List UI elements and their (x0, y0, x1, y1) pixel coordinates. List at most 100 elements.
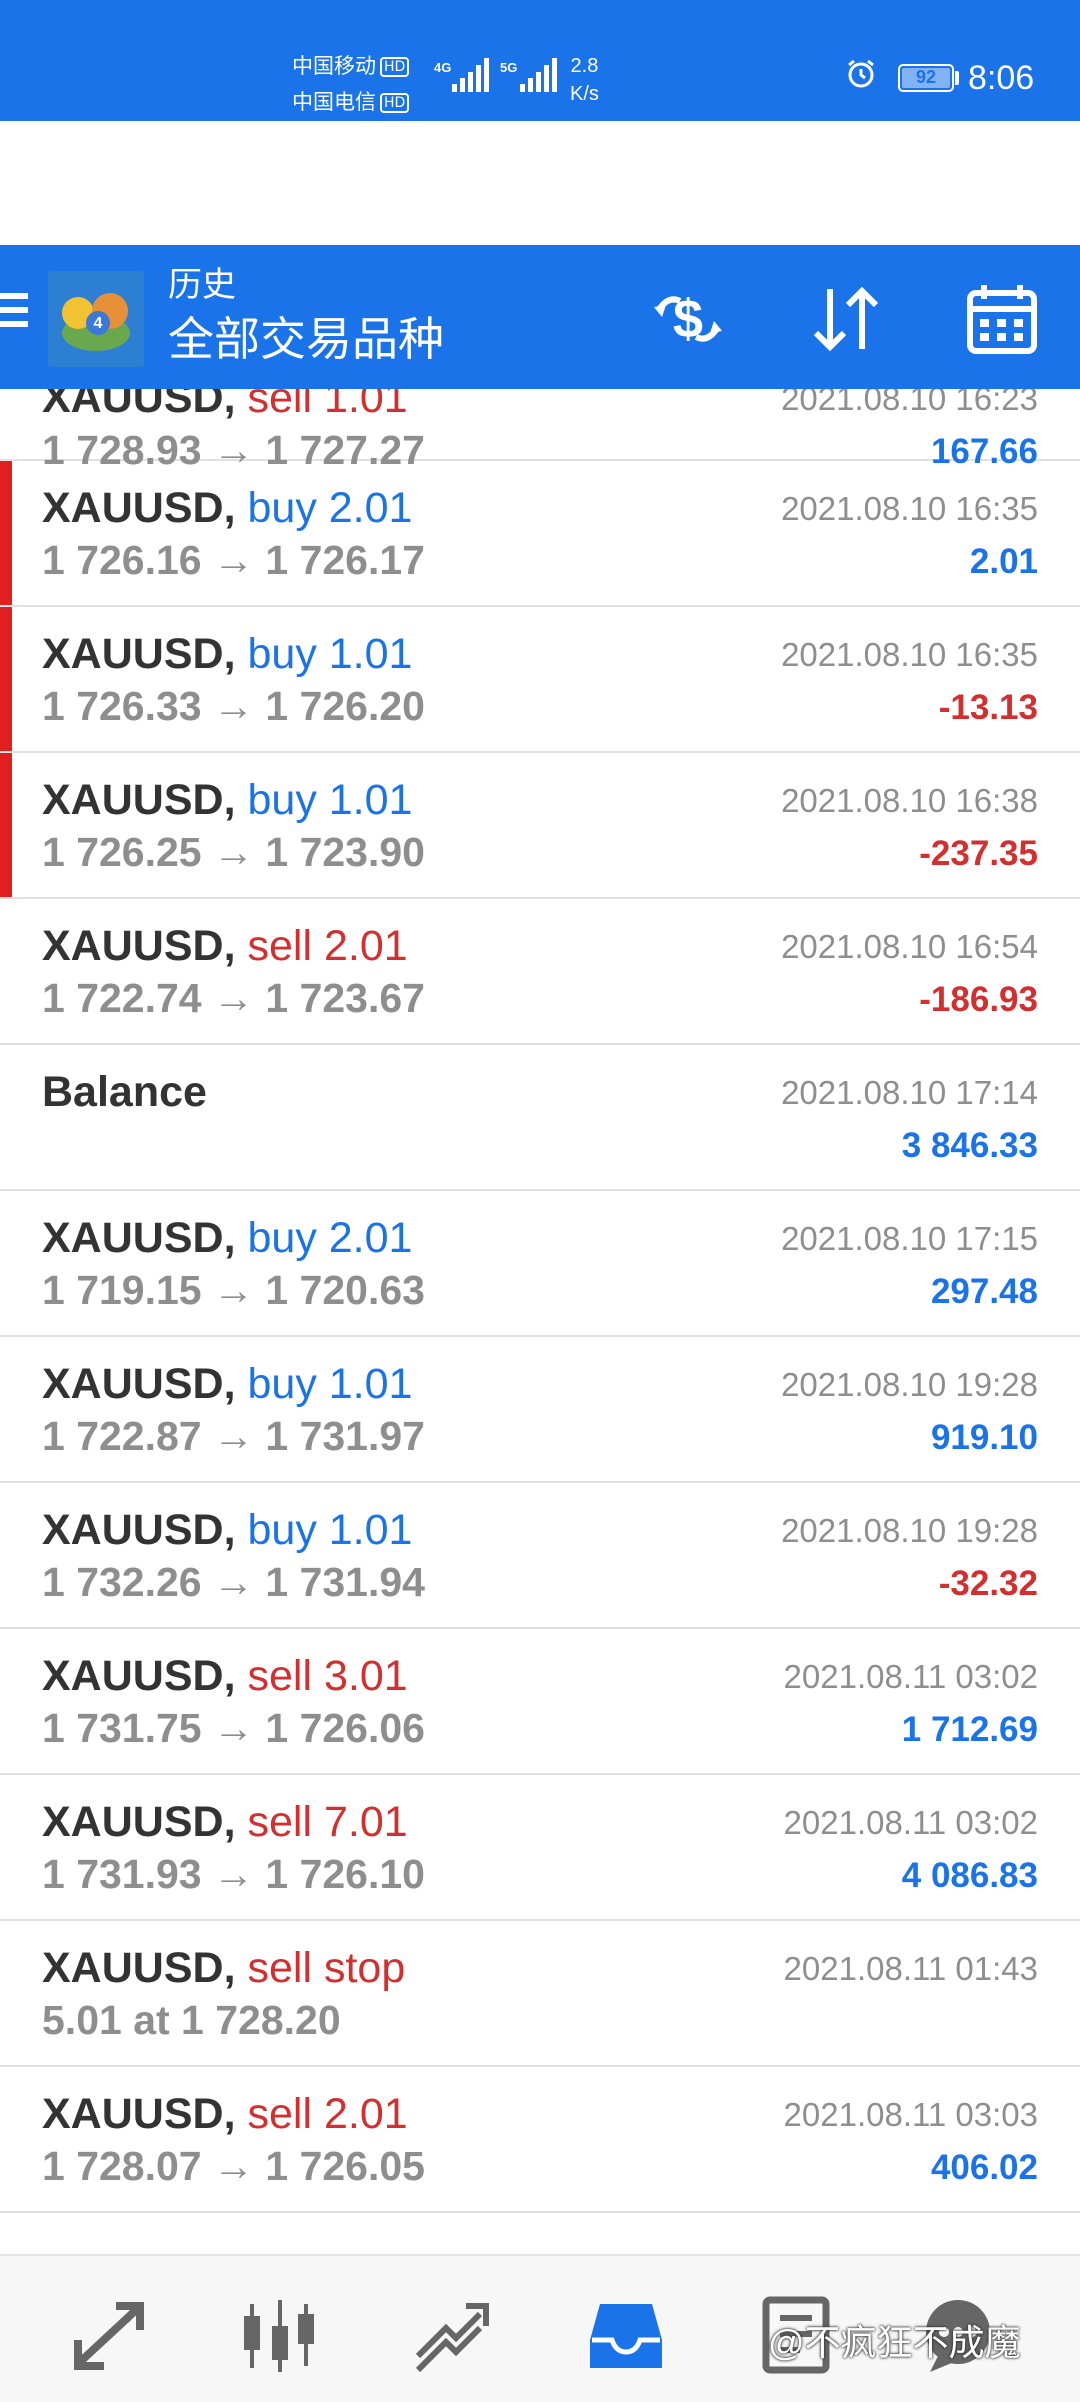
symbol-label: XAUUSD (42, 1360, 224, 1408)
separator: , (223, 776, 248, 824)
trade-row[interactable]: XAUUSD, sell 2.01 1 728.07 → 1 726.05 2021… (0, 2067, 1080, 2213)
trade-title: XAUUSD, buy 1.01 (42, 627, 412, 681)
open-position-marker (0, 607, 12, 751)
profit-value: 406.02 (930, 2148, 1038, 2187)
separator: , (223, 1652, 248, 1700)
symbol-label: XAUUSD (42, 630, 224, 678)
trade-row[interactable]: XAUUSD, buy 1.01 1 726.25 → 1 723.90 2021.… (0, 753, 1080, 899)
trade-title: XAUUSD, buy 1.01 (42, 773, 412, 827)
operation-label: sell 2.01 (247, 922, 408, 970)
trade-row[interactable]: XAUUSD, buy 2.01 1 719.15 → 1 720.63 2021.… (0, 1191, 1080, 1337)
separator: , (223, 922, 248, 970)
open-position-marker (0, 461, 12, 605)
trade-time: 2021.08.10 17:15 (781, 1220, 1038, 1257)
trade-time: 2021.08.10 19:28 (781, 1512, 1038, 1549)
trade-row[interactable]: XAUUSD, sell 2.01 1 722.74 → 1 723.67 2021… (0, 899, 1080, 1045)
trade-title: XAUUSD, sell 3.01 (42, 1649, 408, 1703)
profit-value: -186.93 (919, 980, 1038, 1019)
trade-icon[interactable] (410, 2296, 490, 2376)
trade-time: 2021.08.11 03:03 (783, 2096, 1038, 2133)
signal-strength-icon (520, 56, 557, 92)
separator: , (223, 1360, 248, 1408)
operation-label: buy 1.01 (247, 630, 413, 678)
battery-tip (955, 71, 959, 85)
profit-value: -32.32 (938, 1564, 1038, 1603)
profit-value: -237.35 (919, 834, 1038, 873)
balance-row[interactable]: Balance 2021.08.10 17:14 3 846.33 (0, 1045, 1080, 1191)
profit-value: -13.13 (938, 688, 1038, 727)
history-icon[interactable] (586, 2296, 666, 2376)
trade-title: XAUUSD, buy 2.01 (42, 1211, 412, 1265)
carrier-2: 中国电信 (292, 90, 376, 114)
trade-title: XAUUSD, sell 7.01 (42, 1795, 408, 1849)
trade-time: 2021.08.10 16:38 (781, 782, 1038, 819)
price-range: 1 731.75 → 1 726.06 (42, 1705, 425, 1751)
price-range: 1 728.07 → 1 726.05 (42, 2143, 425, 2189)
symbol-label: XAUUSD (42, 776, 224, 824)
trade-row[interactable]: XAUUSD, buy 2.01 1 726.16 → 1 726.17 2021.… (0, 461, 1080, 607)
price-range: 1 726.25 → 1 723.90 (42, 829, 425, 875)
symbol-label: Balance (42, 1068, 207, 1116)
trade-row[interactable]: XAUUSD, buy 1.01 1 726.33 → 1 726.20 2021.… (0, 607, 1080, 753)
trade-row[interactable]: XAUUSD, buy 1.01 1 732.26 → 1 731.94 2021.… (0, 1483, 1080, 1629)
price-range: 1 726.33 → 1 726.20 (42, 683, 425, 729)
trade-time: 2021.08.10 16:54 (781, 928, 1038, 965)
separator: , (223, 1214, 248, 1262)
profit-value: 2.01 (969, 542, 1038, 581)
carrier-info: 中国移动 HD 中国电信 HD (292, 48, 410, 120)
operation-label: buy 2.01 (247, 484, 413, 532)
operation-label: buy 1.01 (247, 776, 413, 824)
period-filter-icon[interactable]: $ (650, 281, 726, 357)
page-title: 历史 (168, 265, 236, 305)
operation-label: buy 1.01 (247, 1360, 413, 1408)
symbol-filter[interactable]: 全部交易品种 (168, 311, 444, 367)
symbol-label: XAUUSD (42, 1214, 224, 1262)
separator: , (223, 2090, 248, 2138)
metatrader-logo: 4 (48, 271, 144, 367)
profit-value: 297.48 (930, 1272, 1038, 1311)
symbol-label: XAUUSD (42, 2090, 224, 2138)
battery-icon: 92 (898, 64, 954, 92)
clock: 8:06 (968, 59, 1035, 97)
calendar-icon[interactable] (964, 281, 1040, 357)
trade-time: 2021.08.10 16:35 (781, 636, 1038, 673)
open-position-marker (0, 753, 12, 897)
sort-icon[interactable] (808, 281, 884, 357)
network-speed: 2.8 K/s (570, 55, 599, 105)
trade-row[interactable]: XAUUSD, sell stop 5.01 at 1 728.20 2021.08… (0, 1921, 1080, 2067)
status-bar: 中国移动 HD 中国电信 HD 4G 5G 2.8 K/s 92 8:06 (0, 0, 1080, 121)
trade-row[interactable]: XAUUSD, sell 7.01 1 731.93 → 1 726.10 2021… (0, 1775, 1080, 1921)
watermark-text: @不疯狂不成魔 (768, 2322, 1021, 2363)
separator: , (223, 1506, 248, 1554)
carrier-1: 中国移动 (292, 54, 376, 78)
symbol-label: XAUUSD (42, 922, 224, 970)
trade-time: 2021.08.11 03:02 (783, 1658, 1038, 1695)
separator: , (223, 1944, 248, 1992)
separator: , (223, 1798, 248, 1846)
trade-title: XAUUSD, buy 2.01 (42, 481, 412, 535)
trade-title: XAUUSD, sell 2.01 (42, 2087, 408, 2141)
app-toolbar: 4 历史 全部交易品种 $ (0, 245, 1080, 389)
operation-label: sell stop (247, 1944, 406, 1992)
network-type-2: 5G (500, 60, 518, 75)
trade-title: XAUUSD, buy 1.01 (42, 1357, 412, 1411)
operation-label: buy 1.01 (247, 1506, 413, 1554)
profit-value: 919.10 (930, 1418, 1038, 1457)
chart-icon[interactable] (240, 2296, 320, 2376)
history-list: XAUUSD, sell 1.01 1 728.93 → 1 727.27 2021… (0, 374, 1080, 2213)
symbol-label: XAUUSD (42, 1944, 224, 1992)
operation-label: sell 3.01 (247, 1652, 408, 1700)
trade-title: XAUUSD, buy 1.01 (42, 1503, 412, 1557)
battery-level: 92 (915, 67, 937, 87)
quotes-icon[interactable] (70, 2296, 150, 2376)
price-range: 1 732.26 → 1 731.94 (42, 1559, 425, 1605)
price-range: 1 731.93 → 1 726.10 (42, 1851, 425, 1897)
trade-row[interactable]: XAUUSD, buy 1.01 1 722.87 → 1 731.97 2021.… (0, 1337, 1080, 1483)
menu-icon[interactable] (0, 293, 30, 337)
profit-value: 3 846.33 (901, 1126, 1038, 1165)
trade-time: 2021.08.11 03:02 (783, 1804, 1038, 1841)
separator: , (223, 630, 248, 678)
network-type-1: 4G (434, 60, 452, 75)
trade-row[interactable]: XAUUSD, sell 3.01 1 731.75 → 1 726.06 2021… (0, 1629, 1080, 1775)
price-range: 1 719.15 → 1 720.63 (42, 1267, 425, 1313)
